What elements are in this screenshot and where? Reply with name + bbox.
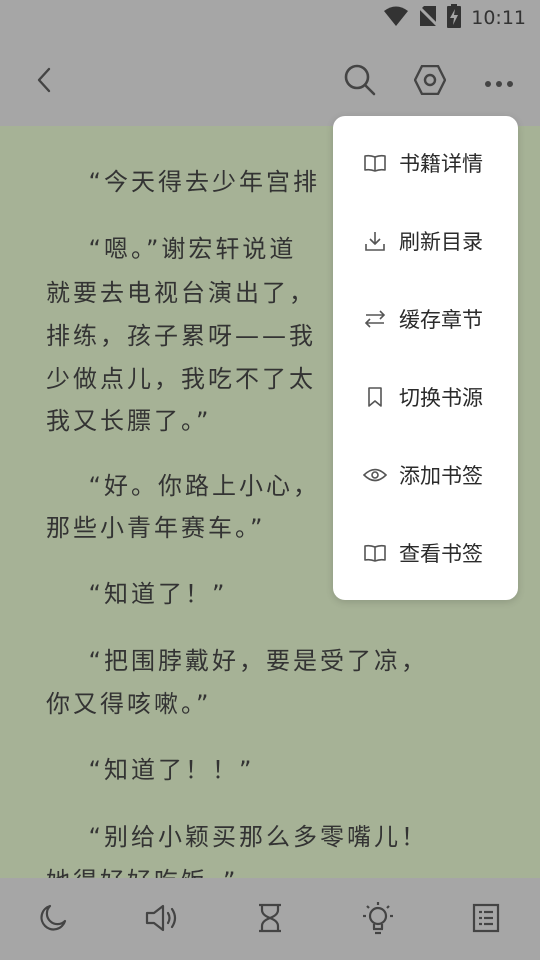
wifi-icon: [383, 5, 409, 31]
hourglass-icon: [257, 903, 283, 937]
more-icon: [484, 73, 514, 92]
menu-item-label: 缓存章节: [399, 308, 483, 332]
menu-item-refresh-toc[interactable]: 刷新目录: [333, 202, 518, 280]
brightness-button[interactable]: [356, 898, 400, 942]
menu-item-view-bookmarks[interactable]: 查看书签: [333, 514, 518, 592]
more-menu: 书籍详情 刷新目录 缓存章节 切换书源 添加书签 查看书签: [333, 116, 518, 600]
swap-arrows-icon: [363, 307, 387, 331]
list-icon: [472, 903, 500, 937]
battery-charging-icon: [447, 4, 462, 32]
book-open-icon: [363, 151, 387, 175]
more-button[interactable]: [477, 60, 521, 104]
text-line: “别给小颖买那么多零嘴儿！: [46, 823, 428, 851]
menu-item-cache-chapters[interactable]: 缓存章节: [333, 280, 518, 358]
text-line: 她得好好吃饭。”: [46, 860, 506, 878]
text-line: “知道了！！”: [46, 756, 255, 784]
read-aloud-button[interactable]: [140, 898, 184, 942]
menu-item-label: 刷新目录: [399, 230, 483, 254]
back-button[interactable]: [22, 60, 66, 104]
search-button[interactable]: [338, 60, 382, 104]
menu-item-add-bookmark[interactable]: 添加书签: [333, 436, 518, 514]
back-icon: [34, 67, 54, 97]
menu-item-book-details[interactable]: 书籍详情: [333, 124, 518, 202]
bottom-toolbar: [0, 878, 540, 960]
bookmark-icon: [363, 385, 387, 409]
menu-item-label: 切换书源: [399, 386, 483, 410]
lightbulb-icon: [362, 901, 394, 939]
menu-item-switch-source[interactable]: 切换书源: [333, 358, 518, 436]
no-sim-icon: [418, 5, 439, 31]
menu-item-label: 书籍详情: [399, 152, 483, 176]
moon-icon: [38, 903, 68, 937]
status-time: 10:11: [471, 7, 526, 29]
settings-button[interactable]: [408, 60, 452, 104]
status-icons: 10:11: [383, 4, 526, 32]
settings-icon: [413, 64, 447, 99]
auto-page-button[interactable]: [248, 898, 292, 942]
menu-item-label: 查看书签: [399, 542, 483, 566]
menu-item-label: 添加书签: [399, 464, 483, 488]
night-mode-button[interactable]: [31, 898, 75, 942]
text-line: 你又得咳嗽。”: [46, 690, 212, 718]
search-icon: [344, 64, 376, 100]
eye-icon: [363, 463, 387, 487]
book-open-icon: [363, 541, 387, 565]
status-bar: 10:11: [0, 0, 540, 36]
reader-toolbar: [0, 36, 540, 126]
speaker-icon: [145, 903, 179, 937]
text-line: “把围脖戴好，要是受了凉，: [46, 647, 428, 675]
table-of-contents-button[interactable]: [464, 898, 508, 942]
download-icon: [363, 229, 387, 253]
